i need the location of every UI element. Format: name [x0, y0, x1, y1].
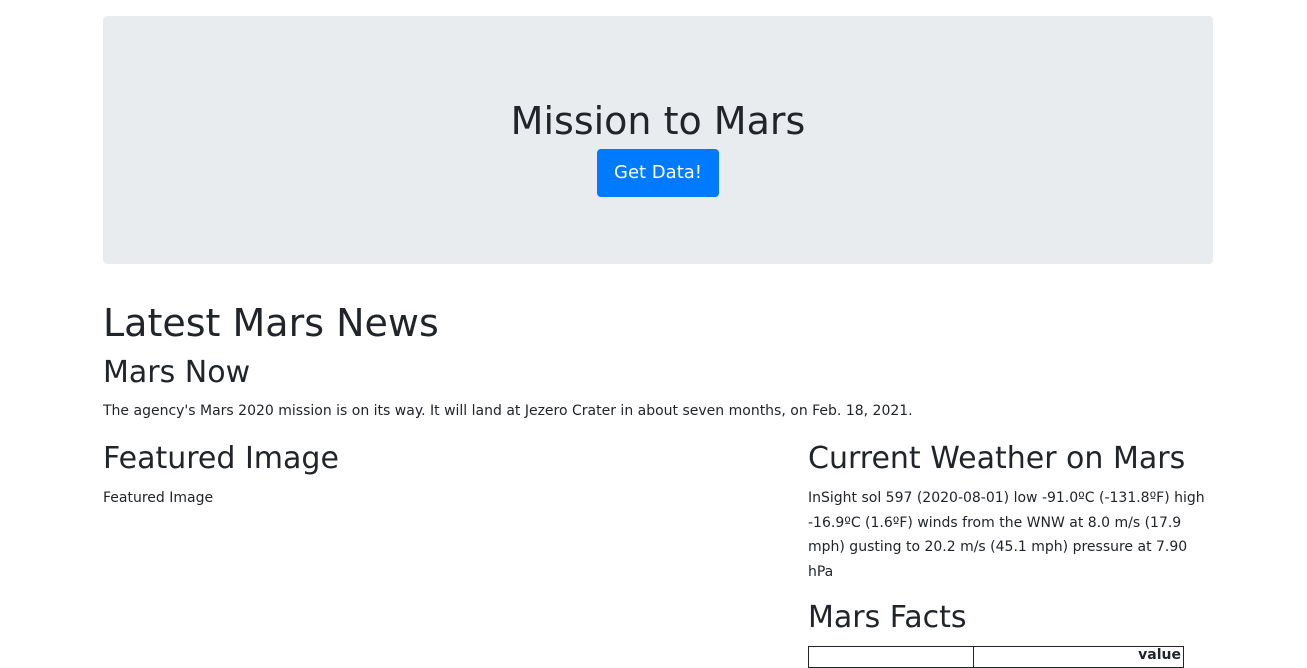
news-section-title: Latest Mars News [103, 301, 439, 345]
page-title: Mission to Mars [510, 99, 806, 143]
facts-title: Mars Facts [808, 600, 967, 635]
weather-title: Current Weather on Mars [808, 441, 1186, 476]
weather-report: InSight sol 597 (2020-08-01) low -91.0ºC… [808, 490, 1205, 580]
jumbotron: Mission to Mars Get Data! [103, 16, 1213, 264]
facts-table: value [808, 646, 1184, 668]
news-headline: Mars Now [103, 355, 251, 390]
get-data-button[interactable]: Get Data! [597, 149, 719, 197]
facts-header-cell-index [808, 646, 974, 668]
featured-image: Featured Image [103, 488, 213, 508]
news-teaser: The agency's Mars 2020 mission is on its… [103, 403, 913, 419]
featured-image-title: Featured Image [103, 441, 339, 476]
featured-image-alt-text: Featured Image [103, 490, 214, 506]
right-column: Current Weather on Mars InSight sol 597 … [808, 441, 1213, 668]
facts-header-cell-value: value [973, 646, 1184, 668]
facts-table-header-row: value [808, 646, 1184, 668]
main-container: Mission to Mars Get Data! Latest Mars Ne… [103, 16, 1213, 668]
